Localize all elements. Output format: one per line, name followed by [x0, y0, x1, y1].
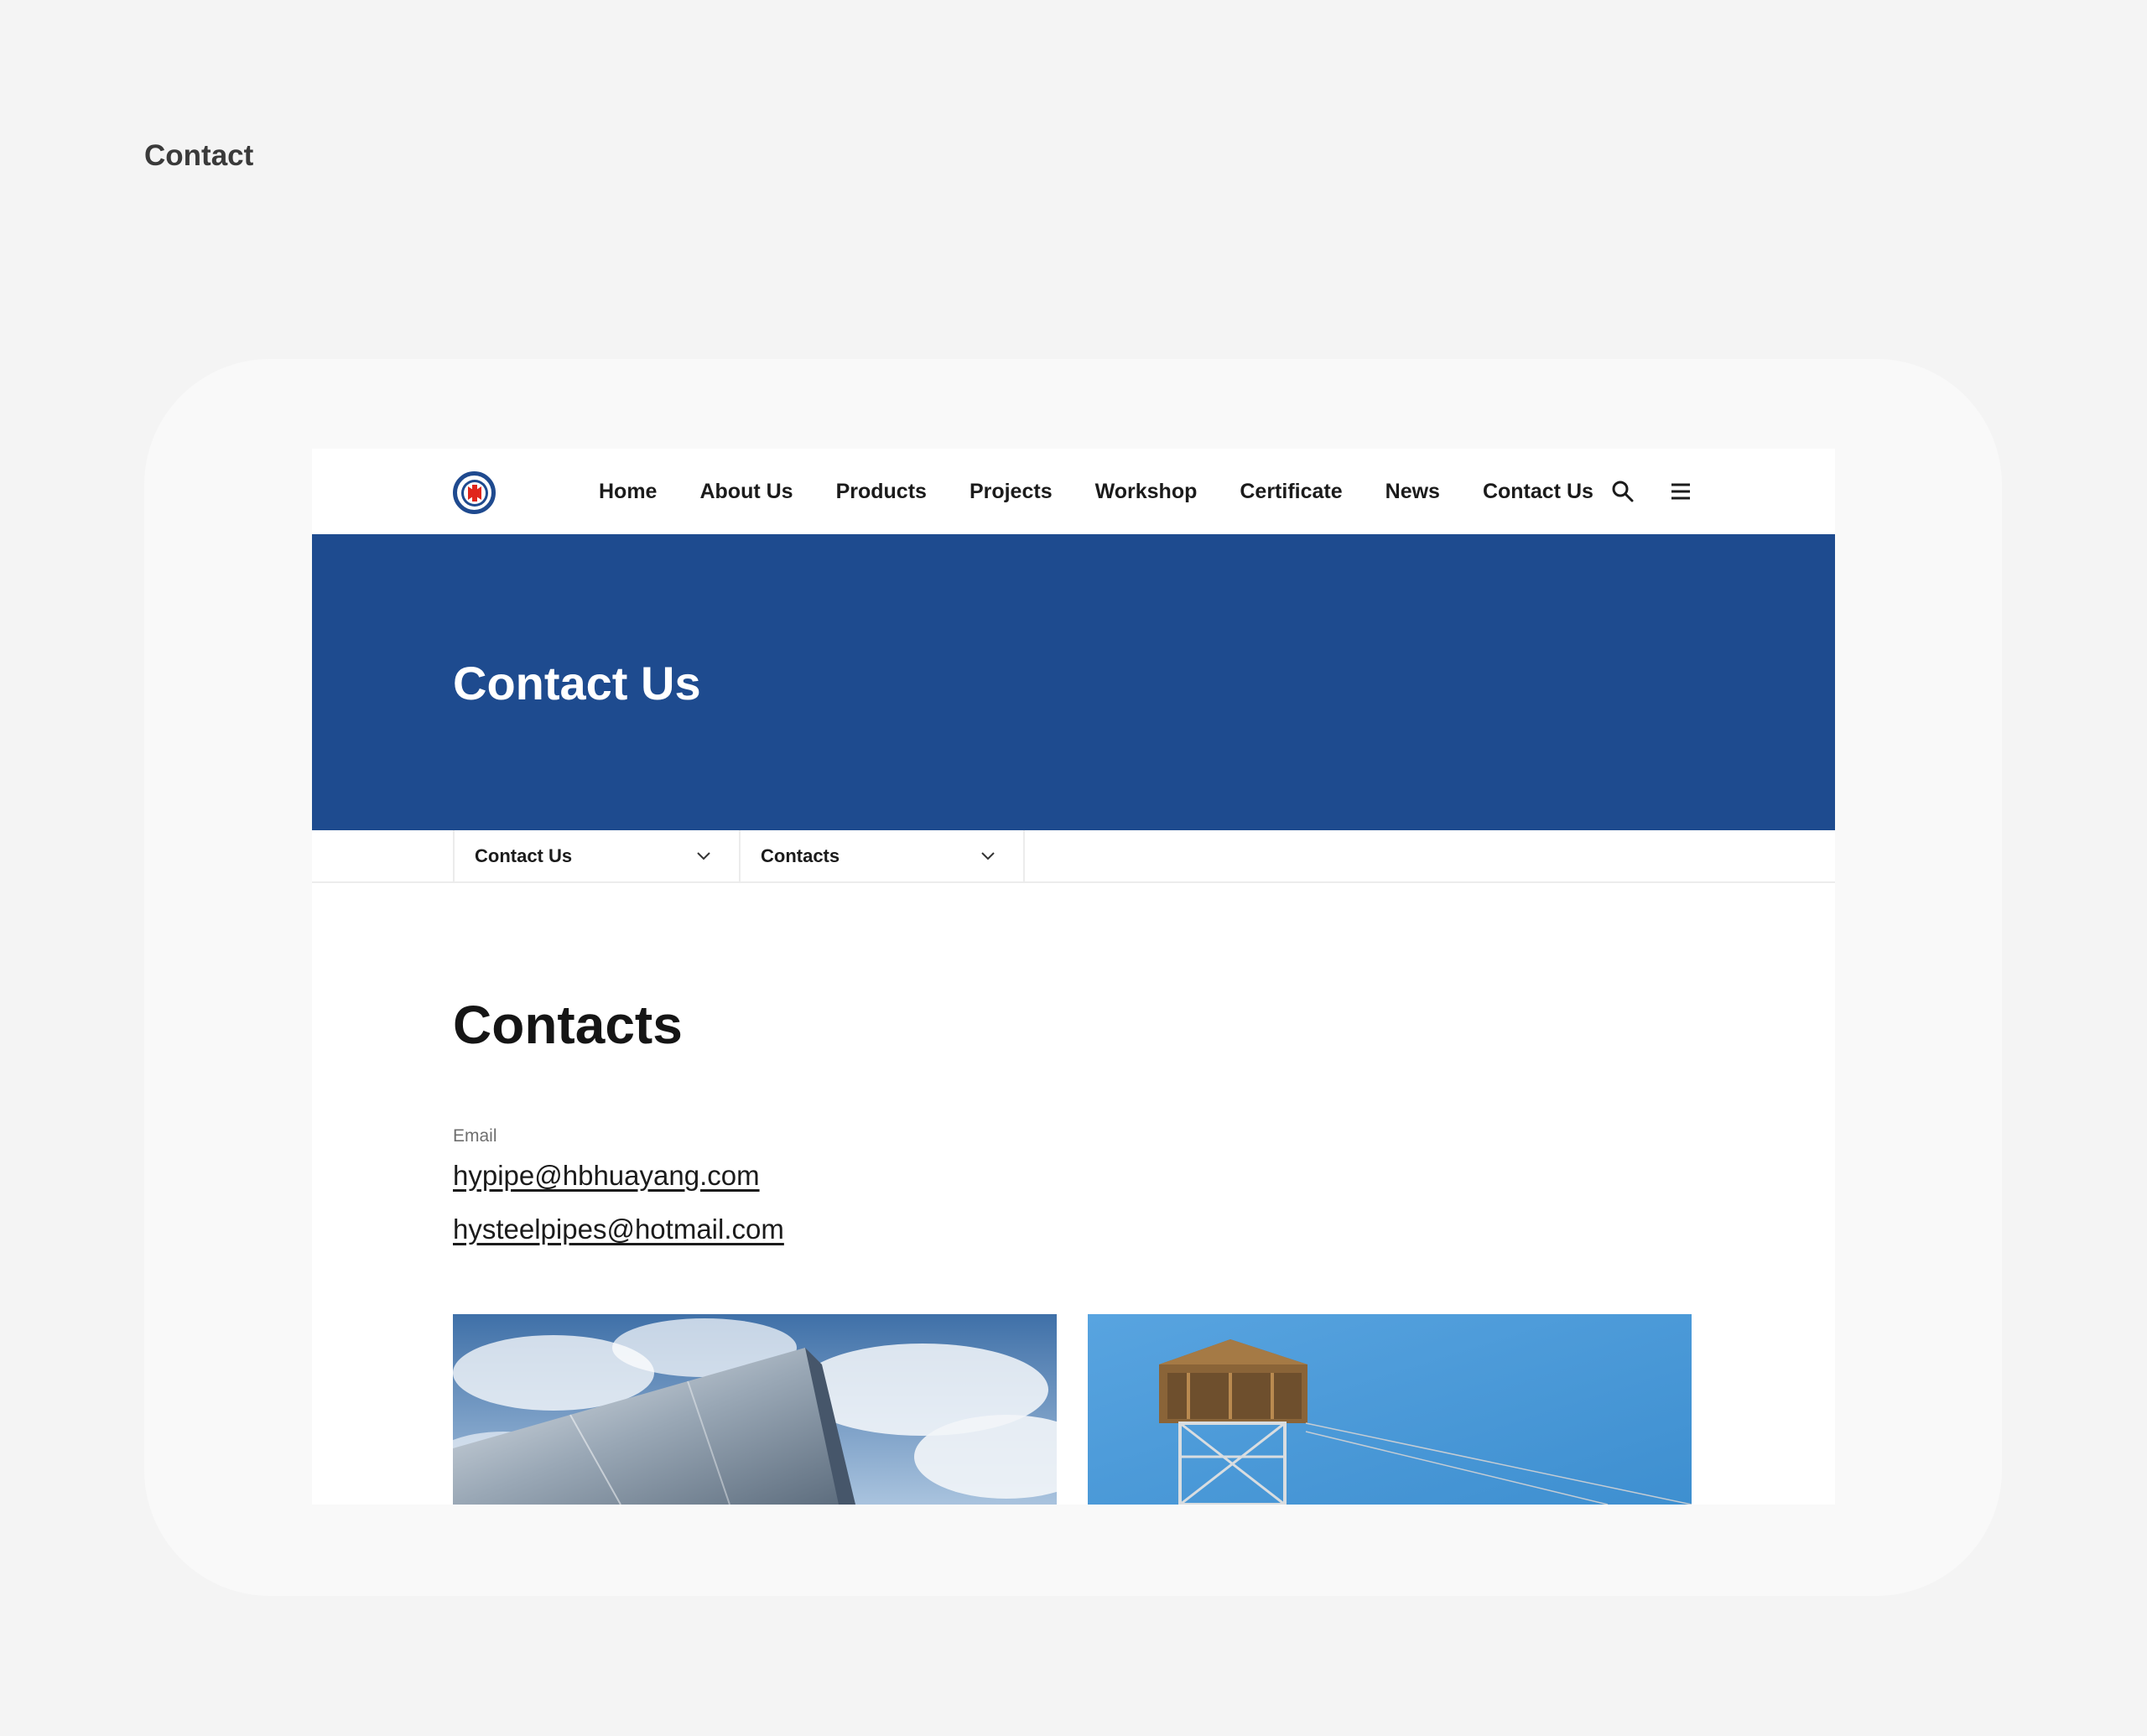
dropdown-label: Contact Us [475, 845, 573, 866]
site-header: Home About Us Products Projects Workshop… [312, 449, 1835, 534]
banner-title: Contact Us [453, 657, 701, 709]
page-caption: Contact [144, 139, 254, 172]
dropdown-label: Contacts [761, 845, 840, 866]
main-nav: Home About Us Products Projects Workshop… [599, 449, 1593, 534]
email-link-secondary[interactable]: hysteelpipes@hotmail.com [453, 1214, 784, 1245]
water-tower-photo [1088, 1314, 1692, 1505]
section-dropdown-bar: Contact Us Contacts [312, 830, 1835, 883]
building-photo [453, 1314, 1057, 1505]
hamburger-menu-icon[interactable] [1667, 478, 1694, 505]
search-icon[interactable] [1609, 478, 1636, 505]
nav-workshop[interactable]: Workshop [1095, 480, 1198, 504]
company-logo[interactable] [453, 471, 496, 514]
nav-projects[interactable]: Projects [970, 480, 1053, 504]
chevron-down-icon [981, 851, 995, 860]
nav-about-us[interactable]: About Us [699, 480, 793, 504]
page-banner: Contact Us [312, 534, 1835, 830]
nav-home[interactable]: Home [599, 480, 657, 504]
email-label: Email [453, 1126, 497, 1146]
nav-products[interactable]: Products [836, 480, 927, 504]
section-heading: Contacts [453, 995, 683, 1055]
dropdown-contacts[interactable]: Contacts [739, 830, 1025, 881]
nav-certificate[interactable]: Certificate [1240, 480, 1342, 504]
website-frame: Home About Us Products Projects Workshop… [312, 449, 1835, 1505]
chevron-down-icon [697, 851, 710, 860]
email-link-primary[interactable]: hypipe@hbhuayang.com [453, 1160, 760, 1192]
dropdown-contact-us[interactable]: Contact Us [453, 830, 739, 881]
nav-contact-us[interactable]: Contact Us [1483, 480, 1593, 504]
logo-emblem-icon [460, 479, 488, 507]
nav-news[interactable]: News [1385, 480, 1440, 504]
